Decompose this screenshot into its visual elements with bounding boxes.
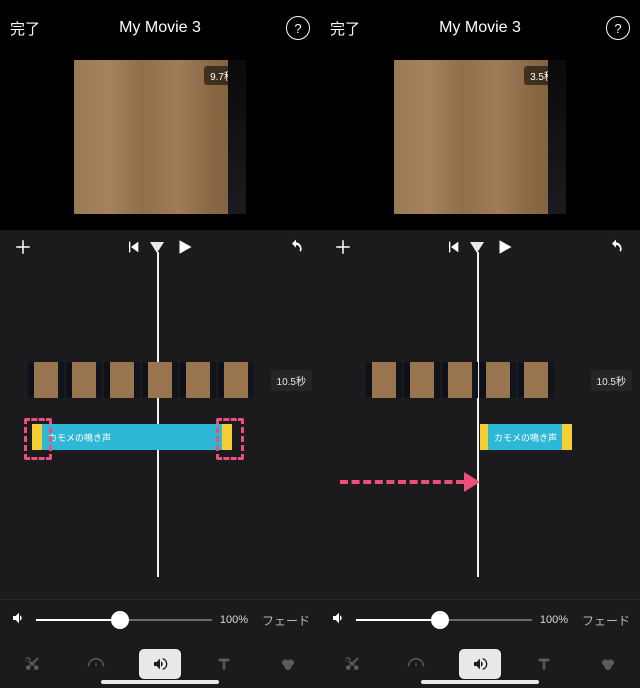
- volume-slider[interactable]: [356, 608, 532, 632]
- preview-time-badge: 9.7秒: [204, 66, 240, 85]
- video-frame: [518, 362, 554, 398]
- header: 完了 My Movie 3 ?: [0, 0, 320, 56]
- video-preview[interactable]: 9.7秒: [74, 60, 246, 214]
- speed-tool[interactable]: [75, 649, 117, 679]
- timeline-editor[interactable]: 10.5秒 カモメの鳴き声: [0, 230, 320, 599]
- add-icon: [14, 238, 32, 256]
- video-frame: [366, 362, 402, 398]
- header: 完了 My Movie 3 ?: [320, 0, 640, 56]
- scissors-icon: [343, 655, 361, 673]
- fade-button[interactable]: フェード: [262, 612, 310, 629]
- volume-row: 100% フェード: [320, 599, 640, 640]
- video-frame: [442, 362, 478, 398]
- done-button[interactable]: 完了: [10, 18, 40, 39]
- play-icon: [175, 238, 193, 256]
- volume-icon: [151, 656, 169, 672]
- phone-screen-right: 完了 My Movie 3 ? 3.5秒: [320, 0, 640, 688]
- arrow-head-icon: [464, 472, 480, 492]
- add-media-button[interactable]: [14, 238, 32, 261]
- text-icon: [216, 656, 232, 672]
- text-tool[interactable]: [523, 649, 565, 679]
- volume-row: 100% フェード: [0, 599, 320, 640]
- prev-icon: [125, 239, 141, 255]
- cut-tool[interactable]: [11, 649, 53, 679]
- speaker-icon: [10, 610, 28, 631]
- video-frame: [180, 362, 216, 398]
- undo-button[interactable]: [606, 239, 626, 260]
- video-frame: [28, 362, 64, 398]
- filter-tool[interactable]: [267, 649, 309, 679]
- bottom-controls: 100% フェード: [320, 599, 640, 688]
- cut-tool[interactable]: [331, 649, 373, 679]
- filter-icon: [599, 656, 617, 672]
- video-frame: [142, 362, 178, 398]
- help-icon: ?: [294, 21, 301, 36]
- filter-icon: [279, 656, 297, 672]
- phone-screen-left: 完了 My Movie 3 ? 9.7秒: [0, 0, 320, 688]
- volume-tool[interactable]: [139, 649, 181, 679]
- add-media-button[interactable]: [334, 238, 352, 261]
- video-preview-area: 3.5秒: [320, 56, 640, 230]
- undo-icon: [286, 239, 306, 255]
- speedometer-icon: [86, 655, 106, 673]
- video-frame: [404, 362, 440, 398]
- text-icon: [536, 656, 552, 672]
- video-preview-area: 9.7秒: [0, 56, 320, 230]
- video-frame: [104, 362, 140, 398]
- project-title: My Movie 3: [119, 19, 201, 37]
- volume-slider-knob[interactable]: [111, 611, 129, 629]
- speed-tool[interactable]: [395, 649, 437, 679]
- volume-percent: 100%: [220, 614, 248, 626]
- audio-clip-label: カモメの鳴き声: [48, 431, 111, 444]
- timeline-editor[interactable]: 10.5秒 カモメの鳴き声: [320, 230, 640, 599]
- undo-button[interactable]: [286, 239, 306, 260]
- speaker-icon: [330, 610, 348, 631]
- bottom-controls: 100% フェード: [0, 599, 320, 688]
- text-tool[interactable]: [203, 649, 245, 679]
- video-track[interactable]: [366, 362, 554, 398]
- help-icon: ?: [614, 21, 621, 36]
- preview-time-badge: 3.5秒: [524, 66, 560, 85]
- audio-clip-label: カモメの鳴き声: [494, 431, 557, 444]
- filter-tool[interactable]: [587, 649, 629, 679]
- project-title: My Movie 3: [439, 19, 521, 37]
- help-button[interactable]: ?: [606, 16, 630, 40]
- add-icon: [334, 238, 352, 256]
- annotation-highlight-box: [24, 418, 52, 460]
- undo-icon: [606, 239, 626, 255]
- audio-clip[interactable]: カモメの鳴き声: [42, 424, 222, 450]
- play-button[interactable]: [495, 238, 513, 261]
- speedometer-icon: [406, 655, 426, 673]
- video-frame: [218, 362, 254, 398]
- previous-button[interactable]: [445, 239, 461, 260]
- help-button[interactable]: ?: [286, 16, 310, 40]
- fade-button[interactable]: フェード: [582, 612, 630, 629]
- volume-icon: [471, 656, 489, 672]
- volume-tool[interactable]: [459, 649, 501, 679]
- audio-clip[interactable]: カモメの鳴き声: [488, 424, 562, 450]
- volume-slider-knob[interactable]: [431, 611, 449, 629]
- play-button[interactable]: [175, 238, 193, 261]
- home-indicator[interactable]: [421, 680, 539, 684]
- done-button[interactable]: 完了: [330, 18, 360, 39]
- prev-icon: [445, 239, 461, 255]
- annotation-highlight-box: [216, 418, 244, 460]
- video-preview[interactable]: 3.5秒: [394, 60, 566, 214]
- volume-percent: 100%: [540, 614, 568, 626]
- annotation-arrow: [340, 474, 480, 490]
- video-track[interactable]: [28, 362, 254, 398]
- video-frame: [480, 362, 516, 398]
- video-duration-badge: 10.5秒: [591, 370, 632, 391]
- scissors-icon: [23, 655, 41, 673]
- video-frame: [66, 362, 102, 398]
- play-icon: [495, 238, 513, 256]
- previous-button[interactable]: [125, 239, 141, 260]
- video-duration-badge: 10.5秒: [271, 370, 312, 391]
- home-indicator[interactable]: [101, 680, 219, 684]
- volume-slider[interactable]: [36, 608, 212, 632]
- audio-clip-handle-right[interactable]: [562, 424, 572, 450]
